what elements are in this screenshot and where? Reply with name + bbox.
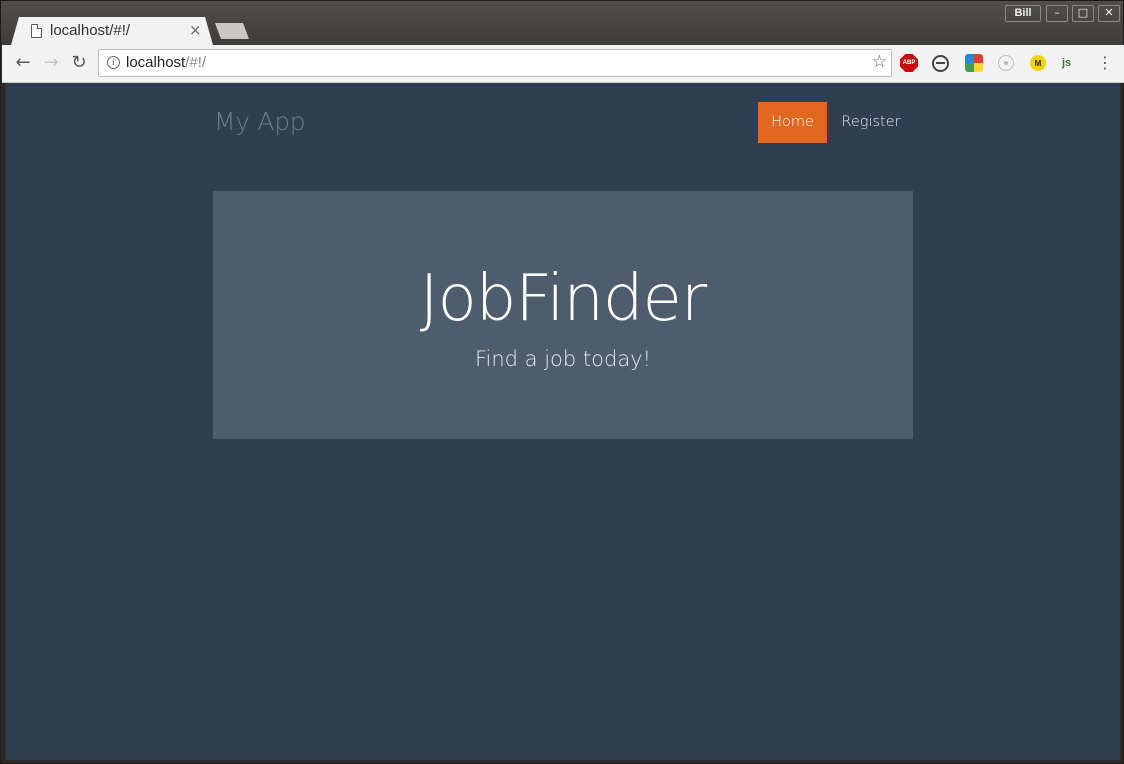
brand-logo[interactable]: My App [214,107,306,136]
m-extension-icon[interactable]: M [1030,55,1046,71]
url-host: localhost [126,54,186,71]
maximize-button[interactable]: □ [1072,5,1094,22]
hero-jumbotron: JobFinder Find a job today! [213,191,913,439]
browser-menu-icon[interactable]: ⋮ [1097,52,1113,74]
tab-title: localhost/#!/ [50,22,131,39]
hero-title: JobFinder [419,262,707,336]
nav-register-link[interactable]: Register [832,102,910,143]
address-bar[interactable]: i localhost/#!/ ☆ [98,49,892,77]
tab-strip: localhost/#!/ × Bill – □ ✕ [1,1,1123,45]
url-path: /#!/ [185,54,207,71]
adblock-extension-icon[interactable]: ABP [900,54,918,72]
back-arrow-icon[interactable]: ← [12,52,34,74]
react-devtools-icon[interactable] [998,55,1014,71]
page-viewport: My App Home Register JobFinder Find a jo… [6,83,1120,760]
url-text[interactable]: localhost/#!/ [126,54,206,71]
color-extension-icon[interactable] [965,54,983,72]
close-window-button[interactable]: ✕ [1098,5,1120,22]
site-info-icon[interactable]: i [107,56,120,69]
tab-close-icon[interactable]: × [189,21,202,39]
browser-tab[interactable]: localhost/#!/ × [11,17,213,45]
bookmark-star-icon[interactable]: ☆ [872,52,887,72]
reload-icon[interactable]: ↻ [68,52,90,74]
minimize-button[interactable]: – [1046,5,1068,22]
browser-toolbar: ← → ↻ i localhost/#!/ ☆ ABP M js ⋮ [2,45,1124,83]
new-tab-button[interactable] [215,23,249,39]
document-icon [31,24,42,38]
forward-arrow-icon[interactable]: → [40,52,62,74]
sync-extension-icon[interactable] [932,55,949,72]
profile-user-button[interactable]: Bill [1005,5,1041,22]
js-extension-icon[interactable]: js [1062,54,1080,72]
browser-window: localhost/#!/ × Bill – □ ✕ ← → ↻ i local… [0,0,1124,764]
nav-home-link[interactable]: Home [758,102,827,143]
hero-subtitle: Find a job today! [474,347,652,371]
